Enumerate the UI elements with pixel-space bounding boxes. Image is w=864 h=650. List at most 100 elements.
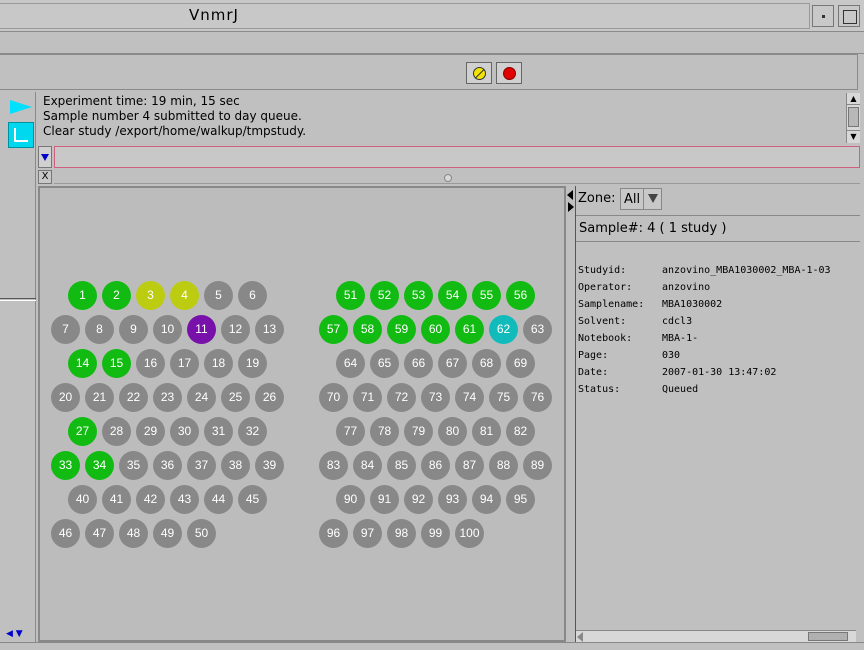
sample-86[interactable]: 86 bbox=[421, 451, 450, 480]
sample-31[interactable]: 31 bbox=[204, 417, 233, 446]
sample-22[interactable]: 22 bbox=[119, 383, 148, 412]
sample-42[interactable]: 42 bbox=[136, 485, 165, 514]
sample-61[interactable]: 61 bbox=[455, 315, 484, 344]
sample-35[interactable]: 35 bbox=[119, 451, 148, 480]
splitter-handle[interactable] bbox=[444, 174, 452, 182]
sample-13[interactable]: 13 bbox=[255, 315, 284, 344]
sample-24[interactable]: 24 bbox=[187, 383, 216, 412]
scroll-down-icon[interactable]: ▼ bbox=[847, 130, 860, 142]
sample-80[interactable]: 80 bbox=[438, 417, 467, 446]
sample-8[interactable]: 8 bbox=[85, 315, 114, 344]
sample-39[interactable]: 39 bbox=[255, 451, 284, 480]
sample-79[interactable]: 79 bbox=[404, 417, 433, 446]
sample-17[interactable]: 17 bbox=[170, 349, 199, 378]
maximize-button[interactable] bbox=[838, 5, 860, 27]
sample-99[interactable]: 99 bbox=[421, 519, 450, 548]
sample-69[interactable]: 69 bbox=[506, 349, 535, 378]
panel-divider[interactable] bbox=[566, 186, 576, 642]
sample-94[interactable]: 94 bbox=[472, 485, 501, 514]
sample-67[interactable]: 67 bbox=[438, 349, 467, 378]
sample-74[interactable]: 74 bbox=[455, 383, 484, 412]
sample-3[interactable]: 3 bbox=[136, 281, 165, 310]
close-panel-button[interactable]: X bbox=[38, 170, 52, 184]
sample-43[interactable]: 43 bbox=[170, 485, 199, 514]
sample-18[interactable]: 18 bbox=[204, 349, 233, 378]
sample-36[interactable]: 36 bbox=[153, 451, 182, 480]
sample-6[interactable]: 6 bbox=[238, 281, 267, 310]
sample-40[interactable]: 40 bbox=[68, 485, 97, 514]
sample-50[interactable]: 50 bbox=[187, 519, 216, 548]
sample-98[interactable]: 98 bbox=[387, 519, 416, 548]
sample-77[interactable]: 77 bbox=[336, 417, 365, 446]
sample-84[interactable]: 84 bbox=[353, 451, 382, 480]
sample-56[interactable]: 56 bbox=[506, 281, 535, 310]
sample-25[interactable]: 25 bbox=[221, 383, 250, 412]
sample-27[interactable]: 27 bbox=[68, 417, 97, 446]
sample-19[interactable]: 19 bbox=[238, 349, 267, 378]
sample-30[interactable]: 30 bbox=[170, 417, 199, 446]
sample-58[interactable]: 58 bbox=[353, 315, 382, 344]
sample-9[interactable]: 9 bbox=[119, 315, 148, 344]
sample-82[interactable]: 82 bbox=[506, 417, 535, 446]
sample-26[interactable]: 26 bbox=[255, 383, 284, 412]
sample-51[interactable]: 51 bbox=[336, 281, 365, 310]
sample-73[interactable]: 73 bbox=[421, 383, 450, 412]
sample-89[interactable]: 89 bbox=[523, 451, 552, 480]
scroll-thumb[interactable] bbox=[808, 632, 848, 641]
nav-arrows-icon[interactable]: ◀ ▼ bbox=[6, 629, 36, 641]
sample-54[interactable]: 54 bbox=[438, 281, 467, 310]
sample-97[interactable]: 97 bbox=[353, 519, 382, 548]
sample-12[interactable]: 12 bbox=[221, 315, 250, 344]
sample-28[interactable]: 28 bbox=[102, 417, 131, 446]
sample-64[interactable]: 64 bbox=[336, 349, 365, 378]
sample-41[interactable]: 41 bbox=[102, 485, 131, 514]
sample-21[interactable]: 21 bbox=[85, 383, 114, 412]
collapse-right-icon[interactable] bbox=[568, 202, 574, 212]
sample-47[interactable]: 47 bbox=[85, 519, 114, 548]
scroll-thumb[interactable] bbox=[848, 107, 859, 127]
sample-65[interactable]: 65 bbox=[370, 349, 399, 378]
sample-92[interactable]: 92 bbox=[404, 485, 433, 514]
sample-88[interactable]: 88 bbox=[489, 451, 518, 480]
scroll-up-icon[interactable]: ▲ bbox=[847, 93, 860, 105]
sample-44[interactable]: 44 bbox=[204, 485, 233, 514]
sample-5[interactable]: 5 bbox=[204, 281, 233, 310]
sample-57[interactable]: 57 bbox=[319, 315, 348, 344]
sample-87[interactable]: 87 bbox=[455, 451, 484, 480]
sample-78[interactable]: 78 bbox=[370, 417, 399, 446]
sample-2[interactable]: 2 bbox=[102, 281, 131, 310]
sample-14[interactable]: 14 bbox=[68, 349, 97, 378]
sample-32[interactable]: 32 bbox=[238, 417, 267, 446]
collapse-left-icon[interactable] bbox=[567, 190, 573, 200]
sample-70[interactable]: 70 bbox=[319, 383, 348, 412]
sample-52[interactable]: 52 bbox=[370, 281, 399, 310]
sample-76[interactable]: 76 bbox=[523, 383, 552, 412]
sample-29[interactable]: 29 bbox=[136, 417, 165, 446]
sample-34[interactable]: 34 bbox=[85, 451, 114, 480]
abort-button[interactable] bbox=[496, 62, 522, 84]
sample-45[interactable]: 45 bbox=[238, 485, 267, 514]
scroll-left-icon[interactable] bbox=[577, 632, 583, 642]
command-input[interactable] bbox=[54, 146, 860, 168]
command-history-button[interactable] bbox=[38, 146, 52, 168]
sample-71[interactable]: 71 bbox=[353, 383, 382, 412]
sample-81[interactable]: 81 bbox=[472, 417, 501, 446]
sample-55[interactable]: 55 bbox=[472, 281, 501, 310]
sample-20[interactable]: 20 bbox=[51, 383, 80, 412]
sample-85[interactable]: 85 bbox=[387, 451, 416, 480]
sample-16[interactable]: 16 bbox=[136, 349, 165, 378]
sample-83[interactable]: 83 bbox=[319, 451, 348, 480]
spectrum-icon[interactable] bbox=[8, 122, 34, 148]
sample-4[interactable]: 4 bbox=[170, 281, 199, 310]
sample-49[interactable]: 49 bbox=[153, 519, 182, 548]
minimize-button[interactable] bbox=[812, 5, 834, 27]
sample-95[interactable]: 95 bbox=[506, 485, 535, 514]
sample-62[interactable]: 62 bbox=[489, 315, 518, 344]
play-icon[interactable] bbox=[8, 98, 34, 118]
info-horizontal-scrollbar[interactable] bbox=[576, 630, 856, 642]
sample-10[interactable]: 10 bbox=[153, 315, 182, 344]
stop-acquisition-button[interactable] bbox=[466, 62, 492, 84]
sample-93[interactable]: 93 bbox=[438, 485, 467, 514]
sample-63[interactable]: 63 bbox=[523, 315, 552, 344]
sample-1[interactable]: 1 bbox=[68, 281, 97, 310]
